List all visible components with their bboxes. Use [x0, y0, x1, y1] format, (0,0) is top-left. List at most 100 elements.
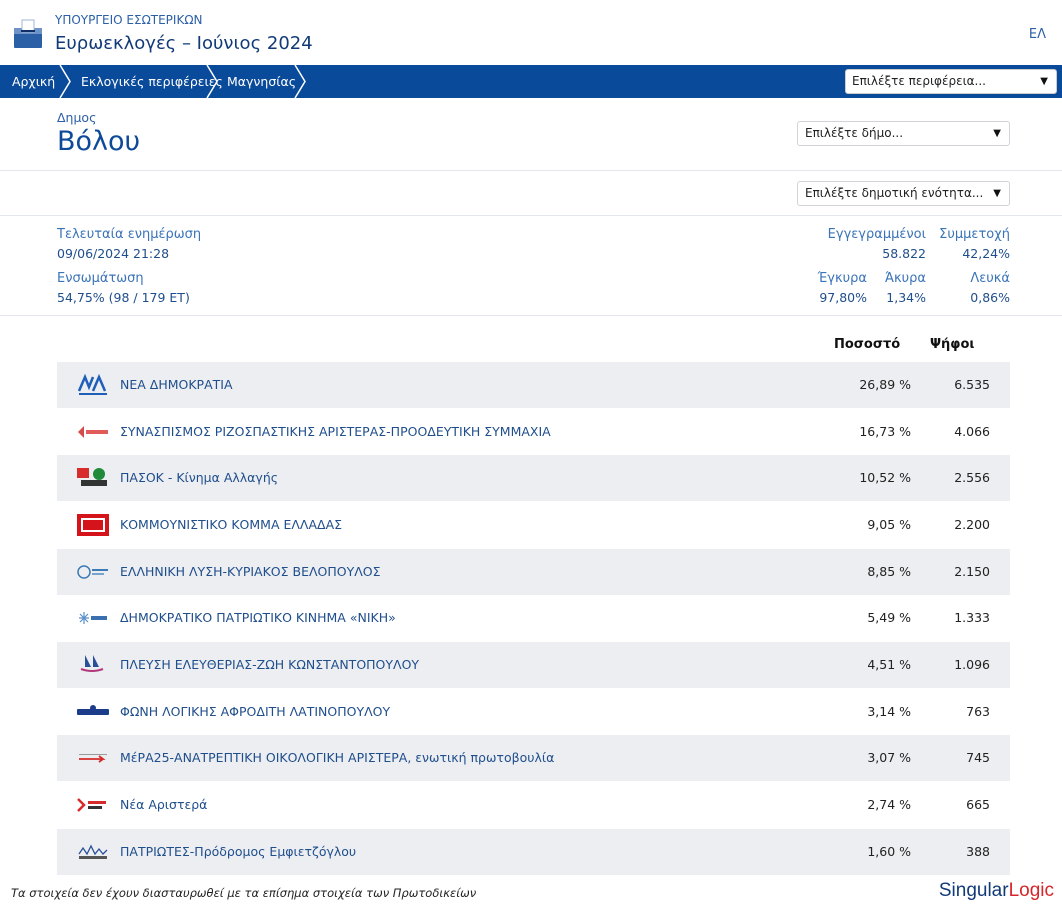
brand-main: Singular	[938, 880, 1009, 901]
result-row[interactable]: ΠΑΤΡΙΩΤΕΣ-Πρόδρομος Εμφιετζόγλου 1,60 % …	[57, 829, 1010, 875]
niki-logo-icon	[79, 612, 107, 624]
last-update-value: 09/06/2024 21:28	[57, 246, 170, 261]
language-switch[interactable]: ΕΛ	[1029, 27, 1046, 42]
party-percent: 26,89 %	[859, 377, 911, 392]
registered-label: Εγγεγραμμένοι	[827, 227, 926, 242]
municipality-select[interactable]: Επιλέξτε δήμο... ▼	[797, 121, 1010, 146]
result-row[interactable]: ΜέΡΑ25-ΑΝΑΤΡΕΠΤΙΚΗ ΟΙΚΟΛΟΓΙΚΗ ΑΡΙΣΤΕΡΑ, …	[57, 735, 1010, 781]
municipal-unit-select[interactable]: Επιλέξτε δημοτική ενότητα... ▼	[797, 181, 1010, 206]
party-percent: 16,73 %	[859, 424, 911, 439]
party-votes: 4.066	[954, 424, 990, 439]
party-name: ΠΑΣΟΚ - Κίνημα Αλλαγής	[120, 470, 279, 485]
valid-value: 97,80%	[819, 290, 867, 305]
party-percent: 3,14 %	[867, 704, 911, 719]
party-percent: 3,07 %	[867, 750, 911, 765]
foni-logikis-logo-icon	[77, 705, 109, 715]
party-name: ΚΟΜΜΟΥΝΙΣΤΙΚΟ ΚΟΜΜΑ ΕΛΛΑΔΑΣ	[120, 517, 343, 532]
disclaimer-note: Τα στοιχεία δεν έχουν διασταυρωθεί με τα…	[11, 886, 477, 900]
divider	[0, 215, 1062, 216]
integration-value: 54,75% (98 / 179 ΕΤ)	[57, 290, 190, 305]
result-row[interactable]: ΔΗΜΟΚΡΑΤΙΚΟ ΠΑΤΡΙΩΤΙΚΟ ΚΙΝΗΜΑ «ΝΙΚΗ» 5,4…	[57, 595, 1010, 641]
party-name: ΠΛΕΥΣΗ ΕΛΕΥΘΕΡΙΑΣ-ΖΩΗ ΚΩΝΣΤΑΝΤΟΠΟΥΛΟΥ	[120, 657, 420, 672]
party-votes: 6.535	[954, 377, 990, 392]
brand-accent: Logic	[1008, 880, 1054, 901]
valid-label: Έγκυρα	[817, 271, 867, 286]
plefsi-logo-icon	[80, 655, 104, 672]
invalid-label: Άκυρα	[884, 271, 926, 286]
breadcrumb-separator-icon	[59, 65, 71, 98]
party-votes: 388	[966, 844, 990, 859]
result-row[interactable]: ΣΥΝΑΣΠΙΣΜΟΣ ΡΙΖΟΣΠΑΣΤΙΚΗΣ ΑΡΙΣΤΕΡΑΣ-ΠΡΟΟ…	[57, 409, 1010, 455]
breadcrumb-separator-icon	[294, 65, 306, 98]
party-name: Νέα Αριστερά	[120, 797, 208, 812]
result-row[interactable]: ΝΕΑ ΔΗΜΟΚΡΑΤΙΑ 26,89 % 6.535	[57, 362, 1010, 408]
page-header: ΥΠΟΥΡΓΕΙΟ ΕΣΩΤΕΡΙΚΩΝ Ευρωεκλογές – Ιούνι…	[0, 0, 1062, 65]
result-row[interactable]: ΕΛΛΗΝΙΚΗ ΛΥΣΗ-ΚΥΡΙΑΚΟΣ ΒΕΛΟΠΟΥΛΟΣ 8,85 %…	[57, 549, 1010, 595]
municipality-name: Βόλου	[57, 126, 141, 157]
elliniki-lysi-logo-icon	[77, 565, 108, 579]
party-name: ΝΕΑ ΔΗΜΟΚΡΑΤΙΑ	[120, 377, 233, 392]
chevron-down-icon: ▼	[993, 128, 1001, 139]
breadcrumb-magnesia[interactable]: Μαγνησίας	[227, 65, 296, 98]
integration-label: Ενσωμάτωση	[57, 271, 144, 286]
party-name: ΣΥΝΑΣΠΙΣΜΟΣ ΡΙΖΟΣΠΑΣΤΙΚΗΣ ΑΡΙΣΤΕΡΑΣ-ΠΡΟΟ…	[120, 424, 551, 439]
party-votes: 1.333	[954, 610, 990, 625]
party-name: ΠΑΤΡΙΩΤΕΣ-Πρόδρομος Εμφιετζόγλου	[120, 844, 357, 859]
singularlogic-logo[interactable]: SingularLogic	[939, 880, 1054, 902]
party-name: ΦΩΝΗ ΛΟΓΙΚΗΣ ΑΦΡΟΔΙΤΗ ΛΑΤΙΝΟΠΟΥΛΟΥ	[120, 704, 391, 719]
invalid-value: 1,34%	[886, 290, 926, 305]
municipality-select-value: Επιλέξτε δήμο...	[805, 126, 904, 140]
registered-value: 58.822	[882, 246, 926, 261]
result-row[interactable]: ΠΛΕΥΣΗ ΕΛΕΥΘΕΡΙΑΣ-ΖΩΗ ΚΩΝΣΤΑΝΤΟΠΟΥΛΟΥ 4,…	[57, 642, 1010, 688]
party-votes: 2.556	[954, 470, 990, 485]
blank-label: Λευκά	[970, 271, 1010, 286]
last-update-label: Τελευταία ενημέρωση	[57, 227, 202, 242]
municipality-label: Δημος	[57, 110, 97, 125]
party-votes: 2.200	[954, 517, 990, 532]
region-select-value: Επιλέξτε περιφέρεια...	[852, 74, 986, 88]
divider	[0, 170, 1062, 171]
pasok-logo-icon	[77, 468, 107, 486]
party-name: ΜέΡΑ25-ΑΝΑΤΡΕΠΤΙΚΗ ΟΙΚΟΛΟΓΙΚΗ ΑΡΙΣΤΕΡΑ, …	[120, 750, 555, 765]
party-name: ΔΗΜΟΚΡΑΤΙΚΟ ΠΑΤΡΙΩΤΙΚΟ ΚΙΝΗΜΑ «ΝΙΚΗ»	[120, 610, 396, 625]
nd-logo-icon	[77, 373, 107, 395]
result-row[interactable]: ΠΑΣΟΚ - Κίνημα Αλλαγής 10,52 % 2.556	[57, 455, 1010, 501]
nea-aristera-logo-icon	[77, 798, 106, 812]
municipal-unit-select-value: Επιλέξτε δημοτική ενότητα...	[805, 186, 984, 200]
mera25-logo-icon	[79, 754, 107, 763]
column-header-votes[interactable]: Ψήφοι	[930, 337, 974, 352]
breadcrumb-regions[interactable]: Εκλογικές περιφέρειες	[81, 65, 223, 98]
turnout-value: 42,24%	[962, 246, 1010, 261]
region-select[interactable]: Επιλέξτε περιφέρεια... ▼	[845, 69, 1057, 94]
chevron-down-icon: ▼	[993, 188, 1001, 199]
column-header-percent[interactable]: Ποσοστό	[834, 337, 900, 352]
party-name: ΕΛΛΗΝΙΚΗ ΛΥΣΗ-ΚΥΡΙΑΚΟΣ ΒΕΛΟΠΟΥΛΟΣ	[120, 564, 381, 579]
result-row[interactable]: Νέα Αριστερά 2,74 % 665	[57, 782, 1010, 828]
party-percent: 1,60 %	[867, 844, 911, 859]
ballot-box-icon	[14, 19, 42, 48]
party-percent: 5,49 %	[867, 610, 911, 625]
syriza-logo-icon	[78, 426, 108, 438]
breadcrumb-separator-icon	[206, 65, 218, 98]
result-row[interactable]: ΚΟΜΜΟΥΝΙΣΤΙΚΟ ΚΟΜΜΑ ΕΛΛΑΔΑΣ 9,05 % 2.200	[57, 502, 1010, 548]
ministry-label: ΥΠΟΥΡΓΕΙΟ ΕΣΩΤΕΡΙΚΩΝ	[55, 13, 203, 27]
party-votes: 763	[966, 704, 990, 719]
page-title[interactable]: Ευρωεκλογές – Ιούνιος 2024	[55, 33, 313, 54]
divider	[0, 315, 1062, 316]
party-percent: 2,74 %	[867, 797, 911, 812]
party-votes: 2.150	[954, 564, 990, 579]
breadcrumb-bar: Αρχική Εκλογικές περιφέρειες Μαγνησίας Ε…	[0, 65, 1062, 98]
blank-value: 0,86%	[970, 290, 1010, 305]
turnout-label: Συμμετοχή	[939, 227, 1010, 242]
party-percent: 4,51 %	[867, 657, 911, 672]
result-row[interactable]: ΦΩΝΗ ΛΟΓΙΚΗΣ ΑΦΡΟΔΙΤΗ ΛΑΤΙΝΟΠΟΥΛΟΥ 3,14 …	[57, 689, 1010, 735]
party-percent: 9,05 %	[867, 517, 911, 532]
chevron-down-icon: ▼	[1040, 76, 1048, 87]
breadcrumb-home[interactable]: Αρχική	[12, 65, 55, 98]
party-votes: 745	[966, 750, 990, 765]
party-votes: 665	[966, 797, 990, 812]
patriotes-logo-icon	[78, 844, 108, 859]
party-percent: 8,85 %	[867, 564, 911, 579]
party-percent: 10,52 %	[859, 470, 911, 485]
party-votes: 1.096	[954, 657, 990, 672]
